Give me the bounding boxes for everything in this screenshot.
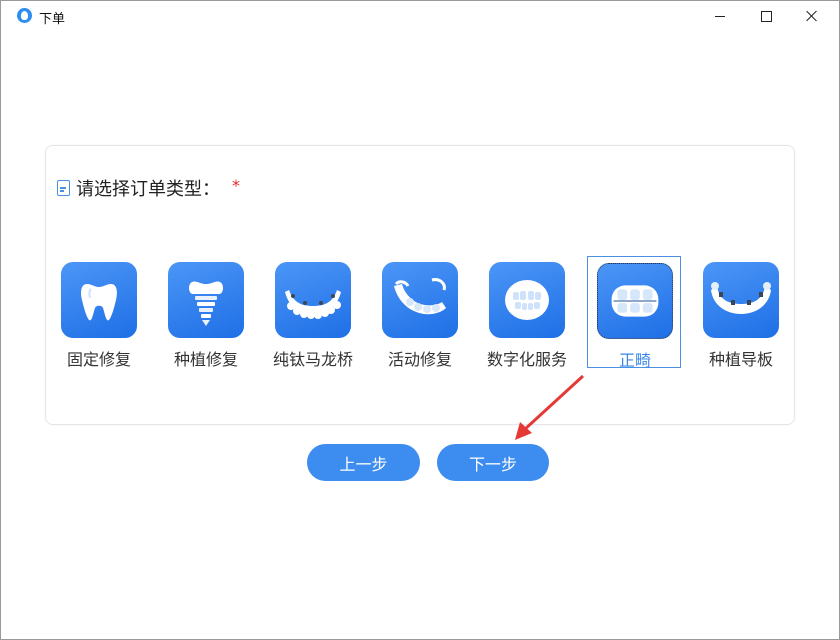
order-type-removable-restoration[interactable]: 活动修复 [373, 256, 467, 369]
order-type-implant-restoration[interactable]: 种植修复 [159, 256, 253, 369]
previous-step-button[interactable]: 上一步 [307, 444, 420, 481]
next-step-button[interactable]: 下一步 [437, 444, 549, 481]
order-type-label: 纯钛马龙桥 [272, 350, 353, 369]
implant-icon [168, 262, 244, 338]
order-type-titanium-bridge[interactable]: 纯钛马龙桥 [266, 256, 360, 369]
app-logo-icon [17, 8, 32, 23]
order-type-label: 活动修复 [387, 350, 452, 369]
order-type-label: 正畸 [618, 351, 651, 370]
order-type-label: 数字化服务 [486, 350, 567, 369]
maximize-button[interactable] [743, 1, 789, 31]
window-title: 下单 [39, 12, 66, 27]
order-type-fixed-restoration[interactable]: 固定修复 [52, 256, 146, 369]
braces-icon [597, 263, 673, 339]
title-bar[interactable]: 下单 [1, 1, 839, 31]
required-mark: * [232, 175, 240, 195]
minimize-button[interactable] [697, 1, 743, 31]
close-button[interactable] [789, 1, 835, 31]
document-icon [57, 180, 70, 196]
removable-denture-icon [382, 262, 458, 338]
order-type-label: 种植修复 [173, 350, 238, 369]
order-type-label: 种植导板 [708, 350, 773, 369]
order-type-label: 固定修复 [66, 350, 131, 369]
close-icon [806, 10, 818, 22]
order-type-implant-guide[interactable]: 种植导板 [694, 256, 788, 369]
order-type-digital-service[interactable]: 数字化服务 [480, 256, 574, 369]
maximize-icon [760, 10, 772, 22]
tooth-icon [61, 262, 137, 338]
titanium-bridge-icon [275, 262, 351, 338]
minimize-icon [715, 15, 725, 17]
implant-guide-icon [703, 262, 779, 338]
order-type-orthodontics[interactable]: 正畸 [587, 256, 681, 370]
order-type-prompt: 请选择订单类型： * [57, 176, 240, 200]
smile-teeth-icon [489, 262, 565, 338]
prompt-label: 请选择订单类型： [76, 179, 220, 200]
